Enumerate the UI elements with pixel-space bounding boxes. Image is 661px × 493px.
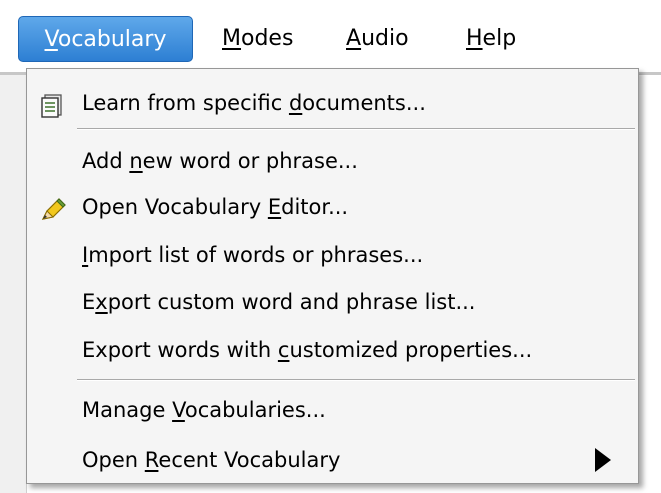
- label-post: ew word or phrase...: [142, 149, 358, 173]
- menu-separator: [77, 379, 635, 381]
- document-stack-icon: [39, 90, 65, 118]
- menu-help-post: elp: [482, 26, 517, 51]
- menu-item-export-customized-properties[interactable]: Export words with customized properties.…: [27, 328, 638, 372]
- menu-item-label: Manage Vocabularies...: [82, 388, 326, 432]
- menu-bar: Vocabulary Modes Audio Help: [0, 0, 661, 72]
- menu-modes[interactable]: Modes: [212, 16, 303, 62]
- label-post: ocabularies...: [184, 398, 326, 422]
- label-post: ditor...: [281, 195, 349, 219]
- label-key: R: [144, 448, 159, 472]
- label-post: mport list of words or phrases...: [88, 243, 424, 267]
- menu-item-open-vocabulary-editor[interactable]: Open Vocabulary Editor...: [27, 185, 638, 229]
- menu-audio-key: A: [346, 26, 362, 51]
- menu-item-label: Export custom word and phrase list...: [82, 280, 475, 324]
- label-key: E: [267, 195, 282, 219]
- label-pre: Export words with: [82, 338, 278, 362]
- label-pre: Manage: [82, 398, 173, 422]
- menu-item-label: Open Vocabulary Editor...: [82, 185, 348, 229]
- label-key: n: [129, 149, 143, 173]
- label-key: V: [172, 398, 185, 422]
- menu-item-label: Import list of words or phrases...: [82, 233, 423, 277]
- label-pre: E: [82, 290, 96, 314]
- menu-audio-post: udio: [361, 26, 409, 51]
- menu-audio[interactable]: Audio: [336, 16, 419, 62]
- label-post: ocuments...: [302, 91, 426, 115]
- menu-item-label: Learn from specific documents...: [82, 81, 426, 125]
- menu-item-label: Add new word or phrase...: [82, 139, 358, 183]
- submenu-arrow-icon: [595, 448, 611, 472]
- menu-modes-key: M: [222, 26, 241, 51]
- label-pre: Add: [82, 149, 130, 173]
- menu-item-learn-from-documents[interactable]: Learn from specific documents...: [27, 81, 638, 125]
- menu-help[interactable]: Help: [456, 16, 526, 62]
- menu-item-open-recent-vocabulary[interactable]: Open Recent Vocabulary: [27, 438, 638, 482]
- menu-separator: [77, 128, 635, 130]
- label-pre: Learn from specific: [82, 91, 289, 115]
- label-pre: Open Vocabulary: [82, 195, 268, 219]
- menu-item-add-new-word[interactable]: Add new word or phrase...: [27, 139, 638, 183]
- label-key: d: [288, 91, 303, 115]
- label-key: x: [95, 290, 108, 314]
- menu-help-key: H: [466, 26, 483, 51]
- label-pre: Open: [82, 448, 145, 472]
- menu-item-manage-vocabularies[interactable]: Manage Vocabularies...: [27, 388, 638, 432]
- vocabulary-dropdown-menu: Learn from specific documents... Add new…: [26, 68, 639, 484]
- menu-modes-post: odes: [240, 26, 294, 51]
- label-key: c: [277, 338, 290, 362]
- menu-vocabulary-post: ocabulary: [57, 27, 167, 52]
- menu-vocabulary-key: V: [44, 27, 58, 52]
- label-post: port custom word and phrase list...: [107, 290, 476, 314]
- menu-item-label: Open Recent Vocabulary: [82, 438, 340, 482]
- window-edge: [0, 75, 27, 493]
- menu-item-export-custom-list[interactable]: Export custom word and phrase list...: [27, 280, 638, 324]
- label-post: ustomized properties...: [289, 338, 533, 362]
- menu-vocabulary[interactable]: Vocabulary: [18, 16, 193, 62]
- menu-item-label: Export words with customized properties.…: [82, 328, 532, 372]
- label-post: ecent Vocabulary: [158, 448, 341, 472]
- pencil-icon: [39, 194, 66, 220]
- menu-item-import-list[interactable]: Import list of words or phrases...: [27, 233, 638, 277]
